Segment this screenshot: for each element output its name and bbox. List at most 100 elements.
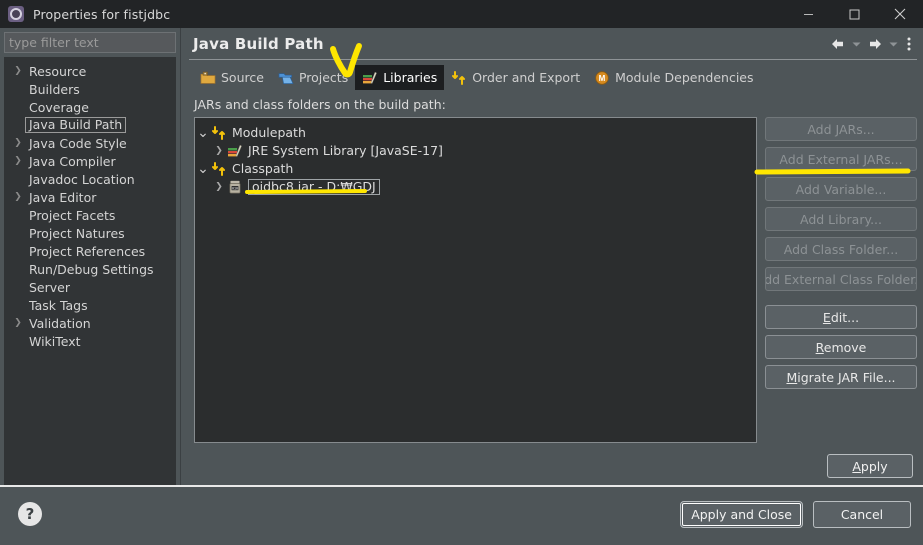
sidebar-item-java-editor[interactable]: ❯ Java Editor xyxy=(4,188,176,206)
sidebar-item-label: Server xyxy=(29,279,70,295)
sidebar-item-label: Java Code Style xyxy=(29,135,127,151)
window-title: Properties for fistjdbc xyxy=(33,6,171,22)
build-path-buttons: Add JARs... Add External JARs... Add Varia… xyxy=(757,117,917,443)
dialog-body: ❯Resource❯Builders❯Coverage❯Java Build P… xyxy=(0,28,923,485)
migrate-jar-file-button[interactable]: Migrate JAR File... xyxy=(765,365,917,389)
tab-projects[interactable]: Projects xyxy=(271,65,355,90)
apply-button[interactable]: Apply xyxy=(827,454,913,478)
tree-row-label: JRE System Library [JavaSE-17] xyxy=(248,143,443,158)
remove-button[interactable]: Remove xyxy=(765,335,917,359)
sidebar-item-java-build-path[interactable]: ❯Java Build Path xyxy=(4,116,176,134)
sidebar-item-java-compiler[interactable]: ❯ Java Compiler xyxy=(4,152,176,170)
button-label: Add Class Folder... xyxy=(783,241,899,257)
window-titlebar: Properties for fistjdbc xyxy=(0,0,923,28)
sidebar-item-project-natures[interactable]: ❯Project Natures xyxy=(4,224,176,242)
books-icon xyxy=(362,70,378,86)
forward-arrow-icon[interactable] xyxy=(865,33,885,55)
button-label: Add Variable... xyxy=(795,181,887,197)
chevron-right-icon[interactable]: ❯ xyxy=(11,138,25,148)
tree-row[interactable]: ⌄ Modulepath xyxy=(195,124,756,142)
apply-row: Apply xyxy=(189,447,917,485)
tree-row[interactable]: ❯ 010 ojdbc8.jar - D:₩GDJ xyxy=(195,178,756,196)
tree-row-label: Modulepath xyxy=(232,125,306,140)
add-library-button: Add Library... xyxy=(765,207,917,231)
sidebar-item-builders[interactable]: ❯Builders xyxy=(4,80,176,98)
sidebar-item-run-debug-settings[interactable]: ❯Run/Debug Settings xyxy=(4,260,176,278)
sidebar-item-label: Java Compiler xyxy=(29,153,116,169)
page-title: Java Build Path xyxy=(193,34,324,53)
jar-icon: 010 xyxy=(227,179,243,195)
tab-source[interactable]: Source xyxy=(193,65,271,90)
edit-button[interactable]: Edit... xyxy=(765,305,917,329)
tab-label: Order and Export xyxy=(472,70,581,85)
maximize-icon[interactable] xyxy=(831,0,877,28)
chevron-down-icon[interactable]: ⌄ xyxy=(195,126,211,140)
back-arrow-icon[interactable] xyxy=(828,33,848,55)
sidebar-item-wikitext[interactable]: ❯WikiText xyxy=(4,332,176,350)
add-external-jars-button: Add External JARs... xyxy=(765,147,917,171)
sidebar-item-task-tags[interactable]: ❯Task Tags xyxy=(4,296,176,314)
tree-row[interactable]: ❯ JRE System Library [JavaSE-17] xyxy=(195,142,756,160)
button-label: Remove xyxy=(815,339,867,355)
question-mark-icon[interactable]: ? xyxy=(18,502,42,526)
libraries-content: ⌄ Modulepath ❯ JRE System Library [JavaSE-1… xyxy=(189,117,917,447)
sidebar-item-label: Java Build Path xyxy=(25,117,127,133)
sidebar-item-project-facets[interactable]: ❯Project Facets xyxy=(4,206,176,224)
button-label: Edit... xyxy=(822,309,860,325)
add-class-folder-button: Add Class Folder... xyxy=(765,237,917,261)
tab-libraries[interactable]: Libraries xyxy=(355,65,445,90)
filter-input[interactable] xyxy=(4,32,176,53)
button-group-gap xyxy=(765,297,917,305)
chevron-down-icon[interactable]: ⌄ xyxy=(195,162,211,176)
open-folder-icon xyxy=(278,70,294,86)
sidebar-item-resource[interactable]: ❯ Resource xyxy=(4,62,176,80)
page-tabbar: Source Projects Libraries Order and Export M… xyxy=(189,65,917,90)
sidebar-item-project-references[interactable]: ❯Project References xyxy=(4,242,176,260)
page-pane: Java Build Path Source Projects Librarie… xyxy=(183,28,923,485)
sidebar-item-server[interactable]: ❯Server xyxy=(4,278,176,296)
sidebar-item-label: Javadoc Location xyxy=(29,171,135,187)
button-label: Migrate JAR File... xyxy=(786,369,896,385)
package-folder-icon xyxy=(200,70,216,86)
apply-and-close-button[interactable]: Apply and Close xyxy=(680,500,803,528)
button-label: Add JARs... xyxy=(807,121,875,137)
vertical-dots-icon[interactable] xyxy=(902,33,915,55)
gear-icon xyxy=(8,6,24,22)
chevron-right-icon[interactable]: ❯ xyxy=(11,156,25,166)
apply-button-label: Apply xyxy=(852,458,888,474)
sidebar-item-label: Task Tags xyxy=(29,297,88,313)
minimize-icon[interactable] xyxy=(785,0,831,28)
build-path-tree[interactable]: ⌄ Modulepath ❯ JRE System Library [JavaSE-1… xyxy=(194,117,757,443)
sidebar-item-label: Validation xyxy=(29,315,91,331)
page-header: Java Build Path xyxy=(189,28,917,60)
chevron-right-icon[interactable]: ❯ xyxy=(211,182,227,192)
tree-row[interactable]: ⌄ Classpath xyxy=(195,160,756,178)
tab-order-and-export[interactable]: Order and Export xyxy=(444,65,587,90)
settings-tree[interactable]: ❯Resource❯Builders❯Coverage❯Java Build P… xyxy=(4,57,176,485)
tab-label: Source xyxy=(221,70,264,85)
chevron-right-icon[interactable]: ❯ xyxy=(11,318,25,328)
back-dropdown-chevron-down-icon[interactable] xyxy=(850,33,863,55)
sidebar-item-label: Java Editor xyxy=(29,189,97,205)
sidebar-item-label: Run/Debug Settings xyxy=(29,261,154,277)
button-label: Add Library... xyxy=(799,211,883,227)
sidebar-item-javadoc-location[interactable]: ❯Javadoc Location xyxy=(4,170,176,188)
chevron-right-icon[interactable]: ❯ xyxy=(11,66,25,76)
forward-dropdown-chevron-down-icon[interactable] xyxy=(887,33,900,55)
cancel-button[interactable]: Cancel xyxy=(813,500,911,528)
tree-row-label: ojdbc8.jar - D:₩GDJ xyxy=(248,179,380,195)
arrows-updown-icon xyxy=(211,161,227,177)
button-label: Add External Class Folder... xyxy=(765,271,916,287)
sidebar-item-validation[interactable]: ❯ Validation xyxy=(4,314,176,332)
add-jars-button: Add JARs... xyxy=(765,117,917,141)
tree-row-label: Classpath xyxy=(232,161,294,176)
sidebar-item-label: Project References xyxy=(29,243,146,259)
chevron-right-icon[interactable]: ❯ xyxy=(11,192,25,202)
tab-module-dependencies[interactable]: M Module Dependencies xyxy=(587,65,760,90)
tab-label: Module Dependencies xyxy=(615,70,754,85)
sidebar-item-label: Project Natures xyxy=(29,225,125,241)
close-icon[interactable] xyxy=(877,0,923,28)
sidebar-item-java-code-style[interactable]: ❯ Java Code Style xyxy=(4,134,176,152)
chevron-right-icon[interactable]: ❯ xyxy=(211,146,227,156)
sidebar-item-coverage[interactable]: ❯Coverage xyxy=(4,98,176,116)
